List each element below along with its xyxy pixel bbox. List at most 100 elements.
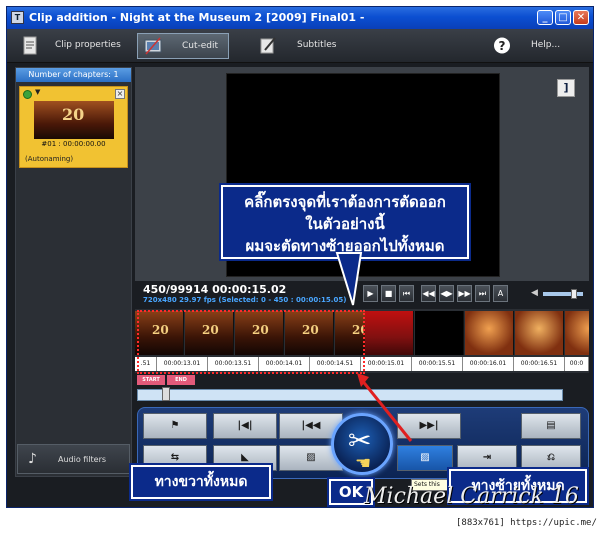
- speaker-icon: ◀: [531, 288, 538, 298]
- timeline-timecode: 00:00:14.51: [310, 357, 361, 371]
- timeline-timecode: .51: [135, 357, 157, 371]
- step-back-icon: |◀◀: [301, 420, 321, 431]
- annotation-instruction: คลิ๊กตรงจุดที่เราต้องการตัดออก ในตัวอย่า…: [221, 185, 469, 259]
- timeline-frame[interactable]: [565, 311, 589, 355]
- document-icon: [23, 36, 37, 55]
- thumb-logo-text: 20: [62, 105, 85, 124]
- tab-label: Cut-edit: [182, 41, 219, 51]
- title-bar[interactable]: T Clip addition - Night at the Museum 2 …: [7, 7, 593, 29]
- annotation-line: คลิ๊กตรงจุดที่เราต้องการตัดออก: [244, 193, 446, 211]
- timeline-frame[interactable]: [515, 311, 564, 355]
- volume-knob[interactable]: [571, 289, 577, 299]
- timeline-timecode: 00:00:15.01: [361, 357, 412, 371]
- jump-end-button[interactable]: ⇥: [457, 445, 517, 471]
- timeline-frame[interactable]: [365, 311, 414, 355]
- timeline-frame[interactable]: [465, 311, 514, 355]
- undo-button[interactable]: ⎌: [521, 445, 581, 471]
- chapter-item[interactable]: ▼ × 20 #01 : 00:00:00.00 (Autonaming): [19, 86, 128, 168]
- notes-icon: ▤: [546, 420, 556, 431]
- cut-right-icon: ▨: [306, 452, 316, 463]
- timeline-timecode: 00:00:16.51: [514, 357, 565, 371]
- film-cut-icon: [144, 37, 162, 55]
- screenshot-frame: T Clip addition - Night at the Museum 2 …: [0, 0, 600, 536]
- tab-label: Subtitles: [297, 40, 337, 50]
- chapter-remove-icon[interactable]: ×: [115, 89, 125, 99]
- audio-filters-label: Audio filters: [58, 455, 107, 464]
- tab-label: Clip properties: [55, 40, 121, 50]
- app-icon: T: [11, 11, 24, 24]
- tab-clip-properties[interactable]: Clip properties: [15, 33, 131, 59]
- hatch-icon: ▨: [420, 452, 430, 463]
- timeline-frame[interactable]: 20: [285, 311, 334, 355]
- video-details: 720x480 29.97 fps (Selected: 0 - 450 : 0…: [143, 296, 347, 304]
- timeline-frame[interactable]: 20: [185, 311, 234, 355]
- tab-label: Help...: [531, 40, 561, 50]
- rewind-button[interactable]: ◀◀: [421, 285, 436, 302]
- timeline-frame[interactable]: 20: [135, 311, 184, 355]
- prev-frame-button[interactable]: ⏮: [399, 285, 414, 302]
- step-forward-icon: ▶▶|: [419, 420, 439, 431]
- toolbar: Clip properties Cut-edit Subtitles ? Hel…: [7, 29, 593, 63]
- volume-slider[interactable]: ◀: [531, 288, 587, 299]
- music-note-icon: ♪: [28, 451, 37, 467]
- fast-forward-button[interactable]: ▶▶: [457, 285, 472, 302]
- jump-end-icon: ⇥: [482, 452, 492, 463]
- frame-info: 450/99914 00:00:15.02 720x480 29.97 fps …: [135, 283, 361, 307]
- timeline-scrollbar[interactable]: [137, 389, 563, 401]
- split-icon: ⇆: [170, 452, 180, 463]
- audio-track-button[interactable]: A: [493, 285, 508, 302]
- end-marker[interactable]: END: [167, 375, 195, 385]
- audio-filters-button[interactable]: ♪ Audio filters: [17, 444, 130, 474]
- timeline-timecode: 00:00:16.01: [463, 357, 514, 371]
- go-start-icon: |◀|: [237, 420, 253, 431]
- frame-time: 450/99914 00:00:15.02: [143, 283, 287, 296]
- window-title: Clip addition - Night at the Museum 2 [2…: [29, 11, 365, 24]
- chapter-panel: Number of chapters: 1 ▼ × 20 #01 : 00:00…: [15, 67, 132, 477]
- notes-button[interactable]: ▤: [521, 413, 581, 439]
- help-button[interactable]: ? Help...: [487, 33, 583, 59]
- start-marker[interactable]: START: [137, 375, 165, 385]
- maximize-button[interactable]: □: [555, 10, 571, 25]
- image-footer: [883x761] https://upic.me/: [456, 518, 597, 528]
- timeline-frame[interactable]: 20: [235, 311, 284, 355]
- svg-text:?: ?: [499, 39, 506, 53]
- arrow-head: [357, 373, 369, 387]
- chapter-name: (Autonaming): [25, 155, 74, 163]
- chapter-count-header: Number of chapters: 1: [16, 68, 131, 82]
- frame-logo: 20: [252, 323, 269, 337]
- chapter-timecode: #01 : 00:00:00.00: [41, 140, 106, 148]
- close-button[interactable]: ✕: [573, 10, 589, 25]
- timeline-frame[interactable]: [415, 311, 464, 355]
- step-forward-button[interactable]: ▶▶|: [397, 413, 461, 439]
- tab-cut-edit[interactable]: Cut-edit: [137, 33, 229, 59]
- volume-track[interactable]: [543, 292, 583, 296]
- minimize-button[interactable]: _: [537, 10, 553, 25]
- pointer-hand-icon: ☚: [355, 453, 372, 474]
- help-icon: ?: [494, 37, 510, 54]
- step-button[interactable]: ◀▶: [439, 285, 454, 302]
- go-start-button[interactable]: |◀|: [213, 413, 277, 439]
- remove-left-button[interactable]: ▨: [397, 445, 453, 471]
- timeline-timecode: 00:00:15.51: [412, 357, 463, 371]
- frame-logo: 20: [302, 323, 319, 337]
- signature: Michael Carrick 16: [364, 484, 579, 509]
- cut-left-icon: ◣: [241, 452, 249, 463]
- frame-logo: 20: [202, 323, 219, 337]
- timeline-timecode: 00:0: [565, 357, 589, 371]
- stop-button[interactable]: ■: [381, 285, 396, 302]
- set-chapter-flag-button[interactable]: ⚑: [143, 413, 207, 439]
- clip-addition-window: T Clip addition - Night at the Museum 2 …: [6, 6, 594, 508]
- fit-view-icon[interactable]: ]: [557, 79, 575, 97]
- chevron-down-icon[interactable]: ▼: [35, 88, 40, 96]
- next-frame-button[interactable]: ⏭: [475, 285, 490, 302]
- scrollbar-thumb[interactable]: [162, 387, 170, 401]
- undo-icon: ⎌: [547, 452, 555, 463]
- chapter-thumbnail: 20: [34, 101, 114, 139]
- chapter-enabled-icon[interactable]: [23, 90, 32, 99]
- frame-logo: 20: [152, 323, 169, 337]
- tab-subtitles[interactable]: Subtitles: [253, 33, 353, 59]
- play-button[interactable]: ▶: [363, 285, 378, 302]
- timeline-strip[interactable]: 20 20 20 20 20 .51 00:00:13.01 00:00:13.…: [135, 309, 589, 373]
- edit-icon: [260, 37, 276, 54]
- annotation-line: ผมจะตัดทางซ้ายออกไปทั้งหมด: [245, 237, 445, 255]
